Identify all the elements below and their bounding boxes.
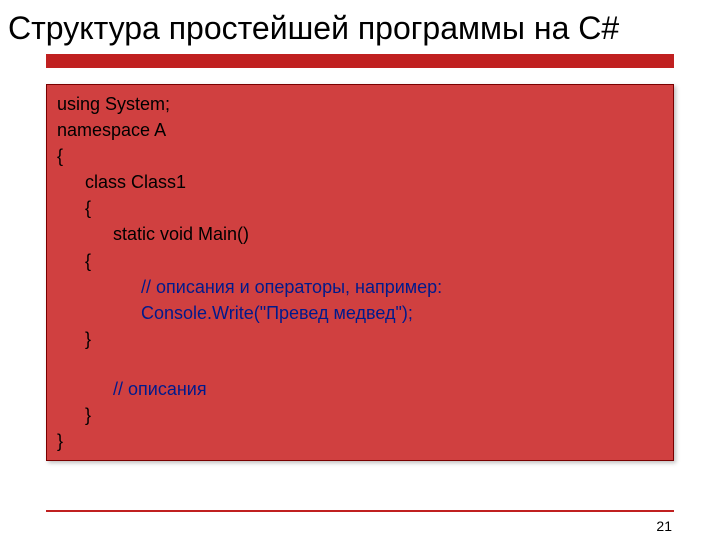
code-line: namespace A [57,117,663,143]
code-statement: Console.Write("Превед медвед"); [57,300,663,326]
code-line: } [57,428,663,454]
blank-line [57,352,663,376]
code-line: { [57,143,663,169]
code-line: { [57,195,663,221]
code-line: using System; [57,91,663,117]
code-line: { [57,248,663,274]
code-line: static void Main() [57,221,663,247]
code-line: } [57,326,663,352]
page-number: 21 [656,518,672,534]
code-line: } [57,402,663,428]
slide-title: Структура простейшей программы на C# [0,0,720,54]
code-comment: // описания и операторы, например: [57,274,663,300]
footer-divider [46,510,674,512]
accent-bar [46,54,674,68]
code-box: using System; namespace A { class Class1… [46,84,674,461]
code-line: class Class1 [57,169,663,195]
code-comment: // описания [57,376,663,402]
